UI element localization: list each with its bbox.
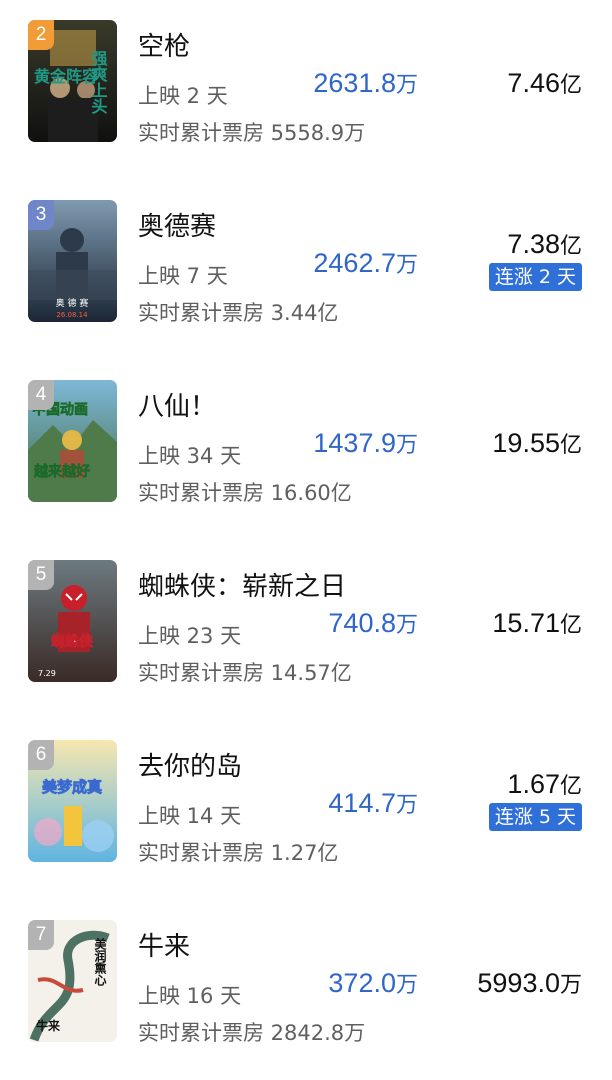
daily-box-office: 1437.9万 xyxy=(313,427,418,459)
daily-value: 740.8 xyxy=(328,608,396,638)
daily-box-office: 372.0万 xyxy=(328,967,418,999)
daily-unit: 万 xyxy=(395,253,418,278)
cumulative-value: 7.46 xyxy=(507,68,560,98)
cumulative-value: 19.55 xyxy=(492,428,560,458)
rank-badge: 5 xyxy=(28,560,54,590)
rank-badge: 2 xyxy=(28,20,54,50)
daily-unit: 万 xyxy=(395,73,418,98)
poster-text: 强爽上头 xyxy=(89,50,108,115)
rank-badge: 6 xyxy=(28,740,54,770)
cumulative-box-office: 7.46亿 xyxy=(507,67,582,99)
release-days: 上映 34 天 xyxy=(138,444,242,468)
cumulative-value: 1.67 xyxy=(507,769,560,799)
cumulative-unit: 亿 xyxy=(559,613,582,638)
movie-poster[interactable]: 美梦成真 6 xyxy=(28,740,117,862)
movie-title[interactable]: 蜘蛛侠：崭新之日 xyxy=(138,566,346,603)
cumulative-unit: 亿 xyxy=(559,774,582,799)
rank-badge: 3 xyxy=(28,200,54,230)
realtime-total: 实时累计票房 5558.9万 xyxy=(138,121,366,145)
daily-value: 2462.7 xyxy=(313,248,396,278)
rank-badge: 4 xyxy=(28,380,54,410)
realtime-total: 实时累计票房 3.44亿 xyxy=(138,301,339,325)
movie-row[interactable]: 美润熏心 牛来 7 牛来 上映 16 天 实时累计票房 2842.8万 372.… xyxy=(0,920,612,1046)
poster-text: 美梦成真 xyxy=(42,778,102,796)
streak-badge: 连涨 2 天 xyxy=(488,263,582,291)
daily-box-office: 2631.8万 xyxy=(313,67,418,99)
daily-box-office: 2462.7万 xyxy=(313,247,418,279)
release-days: 上映 23 天 xyxy=(138,624,242,648)
movie-poster[interactable]: 黄金阵容 强爽上头 2 xyxy=(28,20,117,142)
poster-text: 牛来 xyxy=(36,1018,61,1033)
movie-poster[interactable]: 美润熏心 牛来 7 xyxy=(28,920,117,1042)
movie-poster[interactable]: 奥 德 赛 26.08.14 3 xyxy=(28,200,117,322)
release-days: 上映 2 天 xyxy=(138,84,228,108)
cumulative-unit: 亿 xyxy=(559,234,582,259)
streak-badge: 连涨 5 天 xyxy=(488,803,582,831)
cumulative-box-office: 7.38亿 xyxy=(507,228,582,260)
daily-unit: 万 xyxy=(395,973,418,998)
daily-unit: 万 xyxy=(395,613,418,638)
movie-row[interactable]: 黄金阵容 强爽上头 2 空枪 上映 2 天 实时累计票房 5558.9万 263… xyxy=(0,20,612,146)
movie-title[interactable]: 空枪 xyxy=(138,26,190,63)
daily-value: 372.0 xyxy=(328,968,396,998)
daily-value: 414.7 xyxy=(328,788,396,818)
movie-row[interactable]: 奥 德 赛 26.08.14 3 奥德赛 上映 7 天 实时累计票房 3.44亿… xyxy=(0,200,612,326)
daily-unit: 万 xyxy=(395,433,418,458)
cumulative-box-office: 1.67亿 xyxy=(507,768,582,800)
cumulative-box-office: 5993.0万 xyxy=(477,967,582,999)
daily-value: 1437.9 xyxy=(313,428,396,458)
poster-text: 蜘蛛侠 xyxy=(51,633,94,650)
movie-poster[interactable]: 中国动画 越来越好 4 xyxy=(28,380,117,502)
realtime-total: 实时累计票房 16.60亿 xyxy=(138,481,352,505)
release-days: 上映 16 天 xyxy=(138,984,242,1008)
rank-badge: 7 xyxy=(28,920,54,950)
cumulative-value: 7.38 xyxy=(507,229,560,259)
poster-text: 7.29 xyxy=(38,669,56,678)
cumulative-value: 5993.0 xyxy=(477,968,560,998)
movie-title[interactable]: 牛来 xyxy=(138,926,190,963)
realtime-total: 实时累计票房 1.27亿 xyxy=(138,841,339,865)
movie-poster[interactable]: 蜘蛛侠 7.29 5 xyxy=(28,560,117,682)
poster-text: 26.08.14 xyxy=(56,311,88,319)
poster-text: 美润熏心 xyxy=(93,937,107,987)
daily-value: 2631.8 xyxy=(313,68,396,98)
daily-box-office: 414.7万 xyxy=(328,787,418,819)
cumulative-unit: 亿 xyxy=(559,73,582,98)
daily-unit: 万 xyxy=(395,793,418,818)
movie-row[interactable]: 美梦成真 6 去你的岛 上映 14 天 实时累计票房 1.27亿 414.7万 … xyxy=(0,740,612,866)
movie-title[interactable]: 八仙！ xyxy=(138,386,216,423)
poster-text: 奥 德 赛 xyxy=(56,297,89,309)
realtime-total: 实时累计票房 2842.8万 xyxy=(138,1021,366,1045)
cumulative-value: 15.71 xyxy=(492,608,560,638)
release-days: 上映 14 天 xyxy=(138,804,242,828)
cumulative-box-office: 15.71亿 xyxy=(492,607,582,639)
realtime-total: 实时累计票房 14.57亿 xyxy=(138,661,352,685)
cumulative-box-office: 19.55亿 xyxy=(492,427,582,459)
poster-text: 越来越好 xyxy=(33,463,90,480)
movie-title[interactable]: 奥德赛 xyxy=(138,206,216,243)
release-days: 上映 7 天 xyxy=(138,264,228,288)
movie-row[interactable]: 中国动画 越来越好 4 八仙！ 上映 34 天 实时累计票房 16.60亿 14… xyxy=(0,380,612,506)
movie-row[interactable]: 蜘蛛侠 7.29 5 蜘蛛侠：崭新之日 上映 23 天 实时累计票房 14.57… xyxy=(0,560,612,686)
movie-title[interactable]: 去你的岛 xyxy=(138,746,242,783)
cumulative-unit: 亿 xyxy=(559,433,582,458)
daily-box-office: 740.8万 xyxy=(328,607,418,639)
cumulative-unit: 万 xyxy=(559,973,582,998)
